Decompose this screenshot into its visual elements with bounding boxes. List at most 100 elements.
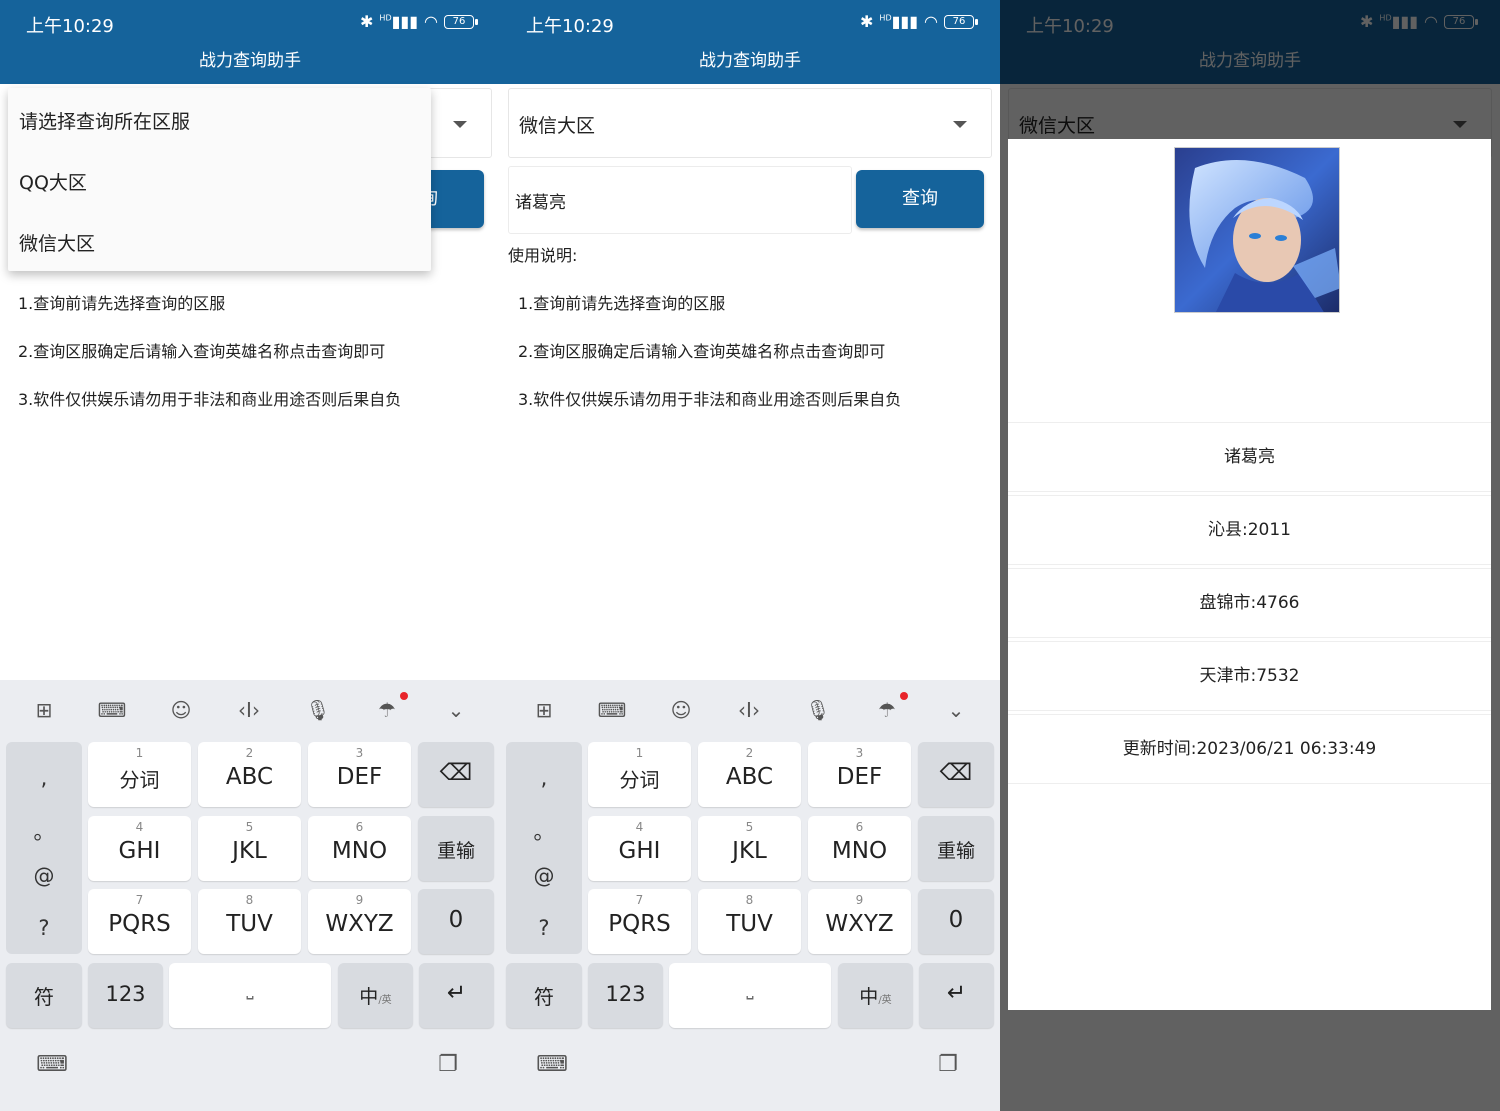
clipboard-icon[interactable]: ❐ <box>432 1052 464 1080</box>
collapse-keyboard-icon[interactable]: ⌄ <box>438 694 474 726</box>
key-6[interactable]: 6 MNO <box>308 816 411 881</box>
result-county-power: 沁县:2011 <box>1008 495 1491 565</box>
key-8[interactable]: 8 TUV <box>698 889 801 954</box>
keyboard-layout-icon[interactable]: ⌨ <box>594 694 630 726</box>
key-0[interactable]: 0 <box>918 889 994 954</box>
period-key[interactable]: 。 <box>506 816 582 846</box>
emoji-icon[interactable]: ☺ <box>163 694 199 726</box>
hero-avatar <box>1174 147 1340 313</box>
retype-key[interactable]: 重输 <box>418 816 494 881</box>
screen-result-dialog: 上午10:29 ✱ HD▮▮▮ ◠ 76 战力查询助手 微信大区 <box>1000 0 1500 1111</box>
status-bar: 上午10:29 ✱ HD▮▮▮ ◠ 76 <box>0 0 500 44</box>
screen-form-filled: 上午10:29 ✱ HD▮▮▮ ◠ 76 战力查询助手 微信大区 查询 使用说明… <box>500 0 1000 1111</box>
key-4[interactable]: 4 GHI <box>88 816 191 881</box>
key-2[interactable]: 2 ABC <box>198 742 301 807</box>
instructions-title: 使用说明: <box>508 246 578 265</box>
keyboard: ⊞ ⌨ ☺ ‹I› 🎙 ☂ ⌄ , 。 @ ? 1 分词 2 ABC 3 DEF ⌫ … <box>500 680 1000 1111</box>
key-7[interactable]: 7 PQRS <box>88 889 191 954</box>
keyboard-switch-icon[interactable]: ⌨ <box>36 1052 68 1080</box>
emoji-icon[interactable]: ☺ <box>663 694 699 726</box>
key-8[interactable]: 8 TUV <box>198 889 301 954</box>
keyboard-layout-icon[interactable]: ⌨ <box>94 694 130 726</box>
key-9[interactable]: 9 WXYZ <box>808 889 911 954</box>
notification-dot <box>400 692 408 700</box>
apps-grid-icon[interactable]: ⊞ <box>526 694 562 726</box>
number-mode-key[interactable]: 123 <box>88 963 163 1028</box>
at-key[interactable]: @ <box>6 864 82 888</box>
battery-icon: 76 <box>444 14 478 29</box>
cursor-icon[interactable]: ‹I› <box>231 694 267 726</box>
language-switch-key[interactable]: 中/英 <box>338 963 413 1028</box>
key-1[interactable]: 1 分词 <box>88 742 191 807</box>
space-key[interactable]: ⎵ <box>169 963 331 1028</box>
key-6[interactable]: 6 MNO <box>808 816 911 881</box>
status-icons: ✱ HD▮▮▮ ◠ 76 <box>860 12 978 31</box>
key-3[interactable]: 3 DEF <box>308 742 411 807</box>
comma-key[interactable]: , <box>6 766 82 790</box>
instruction-item: 1.查询前请先选择查询的区服 <box>518 294 726 313</box>
key-0[interactable]: 0 <box>418 889 494 954</box>
dropdown-option-placeholder[interactable]: 请选择查询所在区服 <box>19 107 190 134</box>
region-spinner[interactable]: 微信大区 <box>508 88 992 158</box>
enter-icon: ↵ <box>946 980 967 1006</box>
theme-icon[interactable]: ☂ <box>369 694 405 726</box>
hero-name-input[interactable] <box>508 166 852 234</box>
key-5[interactable]: 5 JKL <box>198 816 301 881</box>
backspace-key[interactable]: ⌫ <box>418 742 494 807</box>
space-mic-icon: ⎵ <box>746 979 754 1000</box>
hero-name-field[interactable] <box>509 167 851 233</box>
symbol-key[interactable]: 符 <box>6 963 82 1028</box>
clipboard-icon[interactable]: ❐ <box>932 1052 964 1080</box>
instruction-item: 3.软件仅供娱乐请勿用于非法和商业用途否则后果自负 <box>518 390 902 409</box>
status-time: 上午10:29 <box>26 16 114 37</box>
key-9[interactable]: 9 WXYZ <box>308 889 411 954</box>
enter-key[interactable]: ↵ <box>919 963 994 1028</box>
backspace-key[interactable]: ⌫ <box>918 742 994 807</box>
key-7[interactable]: 7 PQRS <box>588 889 691 954</box>
app-title: 战力查询助手 <box>500 44 1000 84</box>
retype-key[interactable]: 重输 <box>918 816 994 881</box>
period-key[interactable]: 。 <box>6 816 82 846</box>
question-key[interactable]: ? <box>506 916 582 940</box>
bluetooth-icon: ✱ <box>360 12 374 31</box>
keyboard-switch-icon[interactable]: ⌨ <box>536 1052 568 1080</box>
at-key[interactable]: @ <box>506 864 582 888</box>
key-2[interactable]: 2 ABC <box>698 742 801 807</box>
region-dropdown-menu: 请选择查询所在区服 QQ大区 微信大区 <box>8 88 431 271</box>
result-dialog: 诸葛亮 沁县:2011 盘锦市:4766 天津市:7532 更新时间:2023/… <box>1008 139 1491 1010</box>
key-3[interactable]: 3 DEF <box>808 742 911 807</box>
instruction-item: 2.查询区服确定后请输入查询英雄名称点击查询即可 <box>518 342 886 361</box>
query-button[interactable]: 查询 <box>856 170 984 228</box>
region-selected: 微信大区 <box>519 115 596 137</box>
space-key[interactable]: ⎵ <box>669 963 831 1028</box>
language-switch-key[interactable]: 中/英 <box>838 963 913 1028</box>
bluetooth-icon: ✱ <box>860 12 874 31</box>
status-icons: ✱ HD▮▮▮ ◠ 76 <box>360 12 478 31</box>
theme-icon[interactable]: ☂ <box>869 694 905 726</box>
wifi-icon: ◠ <box>924 12 938 31</box>
punctuation-column[interactable]: , 。 @ ? <box>6 742 82 954</box>
enter-key[interactable]: ↵ <box>419 963 494 1028</box>
signal-icon: HD▮▮▮ <box>879 12 919 31</box>
cursor-icon[interactable]: ‹I› <box>731 694 767 726</box>
dropdown-option-wechat[interactable]: 微信大区 <box>19 229 95 256</box>
apps-grid-icon[interactable]: ⊞ <box>26 694 62 726</box>
key-4[interactable]: 4 GHI <box>588 816 691 881</box>
punctuation-column[interactable]: , 。 @ ? <box>506 742 582 954</box>
screen-dropdown-open: 上午10:29 ✱ HD▮▮▮ ◠ 76 战力查询助手 查询 使用说明: 1.查… <box>0 0 500 1111</box>
result-updated-time: 更新时间:2023/06/21 06:33:49 <box>1008 714 1491 784</box>
dropdown-caret-icon <box>453 121 467 128</box>
signal-icon: HD▮▮▮ <box>379 12 419 31</box>
number-mode-key[interactable]: 123 <box>588 963 663 1028</box>
result-city-power: 盘锦市:4766 <box>1008 568 1491 638</box>
comma-key[interactable]: , <box>506 766 582 790</box>
result-hero-name: 诸葛亮 <box>1008 422 1491 492</box>
microphone-icon[interactable]: 🎙 <box>300 694 336 726</box>
key-5[interactable]: 5 JKL <box>698 816 801 881</box>
key-1[interactable]: 1 分词 <box>588 742 691 807</box>
question-key[interactable]: ? <box>6 916 82 940</box>
collapse-keyboard-icon[interactable]: ⌄ <box>938 694 974 726</box>
microphone-icon[interactable]: 🎙 <box>800 694 836 726</box>
dropdown-option-qq[interactable]: QQ大区 <box>19 168 87 195</box>
symbol-key[interactable]: 符 <box>506 963 582 1028</box>
